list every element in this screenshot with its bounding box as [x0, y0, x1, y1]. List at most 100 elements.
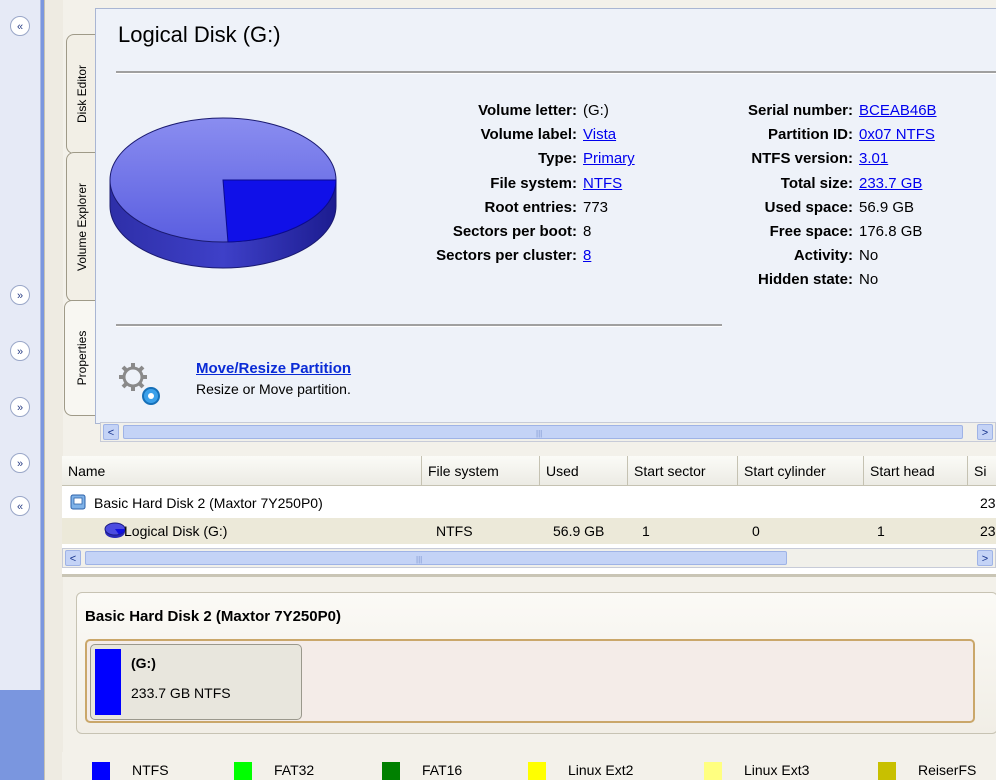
property-row: Free space: 176.8 GB: [690, 223, 990, 245]
table-row-volume-used: 56.9 GB: [553, 523, 605, 539]
collapse-up-icon[interactable]: «: [10, 496, 30, 516]
property-value-link[interactable]: 233.7 GB: [859, 175, 922, 192]
property-value-link[interactable]: BCEAB46B: [859, 102, 937, 119]
property-row: Total size: 233.7 GB: [690, 175, 990, 197]
property-row: File system: NTFS: [380, 175, 670, 197]
partition-info: 233.7 GB NTFS: [131, 685, 231, 701]
property-label: Type:: [538, 150, 577, 168]
legend-label: NTFS: [132, 762, 169, 778]
scrollbar-thumb[interactable]: |||: [85, 551, 787, 565]
property-row: Root entries: 773: [380, 199, 670, 221]
table-row-volume-size: 23: [980, 523, 996, 539]
property-row: Used space: 56.9 GB: [690, 199, 990, 221]
property-value: 56.9 GB: [859, 198, 915, 216]
property-label: Activity:: [793, 247, 853, 265]
table-row-disk-size: 23: [980, 495, 996, 511]
legend-swatch: [92, 762, 110, 780]
property-row: Type: Primary: [380, 150, 670, 172]
property-value-link[interactable]: 3.01: [859, 150, 888, 167]
expand-down-icon[interactable]: »: [10, 285, 30, 305]
disk-usage-pie-icon: [109, 117, 337, 269]
legend-swatch: [704, 762, 722, 780]
table-row-volume-start-sector: 1: [642, 523, 650, 539]
scroll-right-icon[interactable]: >: [977, 424, 993, 440]
move-resize-description: Resize or Move partition.: [196, 381, 351, 397]
pane-splitter[interactable]: [62, 574, 996, 577]
table-row-volume-name[interactable]: Logical Disk (G:): [124, 523, 227, 539]
col-start-head[interactable]: Start head: [864, 456, 968, 486]
disk-map-title: Basic Hard Disk 2 (Maxtor 7Y250P0): [85, 608, 341, 625]
table-row-volume-start-cylinder: 0: [752, 523, 760, 539]
legend-label: Linux Ext3: [744, 762, 810, 778]
partition-letter: (G:): [131, 655, 156, 671]
property-value-link[interactable]: 8: [583, 247, 591, 264]
property-value-link[interactable]: 0x07 NTFS: [859, 126, 935, 143]
property-label: File system:: [490, 174, 577, 192]
vertical-tabs: Disk Editor Volume Explorer Properties: [62, 34, 98, 420]
legend-label: FAT16: [422, 762, 463, 778]
legend-label: Linux Ext2: [568, 762, 634, 778]
legend-swatch: [878, 762, 896, 780]
tab-volume-explorer[interactable]: Volume Explorer: [66, 152, 97, 302]
property-row: Serial number: BCEAB46B: [690, 102, 990, 124]
expand-down-icon[interactable]: »: [10, 453, 30, 473]
property-row: Hidden state: No: [690, 271, 990, 293]
col-used[interactable]: Used: [540, 456, 628, 486]
table-hscrollbar[interactable]: < ||| >: [62, 548, 996, 568]
expand-down-icon[interactable]: »: [10, 341, 30, 361]
partition-color-swatch: [95, 649, 121, 715]
legend-label: ReiserFS: [918, 762, 977, 778]
col-start-cylinder[interactable]: Start cylinder: [738, 456, 864, 486]
property-label: Volume letter:: [478, 102, 577, 119]
property-row: Activity: No: [690, 247, 990, 269]
title-divider: [116, 71, 996, 74]
property-value: 8: [583, 223, 592, 240]
property-label: Total size:: [780, 174, 853, 192]
table-row-volume-start-head: 1: [877, 523, 885, 539]
move-resize-partition-link[interactable]: Move/Resize Partition: [196, 360, 351, 377]
property-label: Sectors per cluster:: [436, 247, 577, 265]
scroll-left-icon[interactable]: <: [65, 550, 81, 566]
col-file-system[interactable]: File system: [422, 456, 540, 486]
property-label: Root entries:: [484, 198, 577, 216]
collapse-up-icon[interactable]: «: [10, 16, 30, 36]
property-value: No: [859, 271, 879, 289]
hard-disk-icon: [70, 494, 86, 510]
property-label: Used space:: [764, 198, 853, 216]
splitter[interactable]: [44, 0, 63, 780]
property-label: Partition ID:: [768, 126, 853, 144]
property-value-link[interactable]: NTFS: [583, 175, 622, 192]
volume-icon: [104, 522, 126, 538]
property-row: Partition ID: 0x07 NTFS: [690, 126, 990, 148]
property-row: NTFS version: 3.01: [690, 150, 990, 172]
property-label: Free space:: [769, 223, 853, 240]
scroll-left-icon[interactable]: <: [103, 424, 119, 440]
property-label: Serial number:: [747, 102, 853, 119]
property-row: Volume letter: (G:): [380, 102, 670, 124]
property-value: 773: [583, 198, 609, 216]
property-value: (G:): [583, 102, 609, 119]
page-title: Logical Disk (G:): [118, 22, 281, 47]
scrollbar-thumb[interactable]: |||: [123, 425, 963, 439]
col-start-sector[interactable]: Start sector: [628, 456, 738, 486]
property-value: 176.8 GB: [859, 223, 923, 240]
properties-hscrollbar[interactable]: < ||| >: [100, 422, 996, 442]
property-value-link[interactable]: Vista: [583, 126, 616, 143]
table-row-volume-fs: NTFS: [436, 523, 473, 539]
legend-swatch: [528, 762, 546, 780]
property-label: NTFS version:: [751, 150, 853, 168]
property-value-link[interactable]: Primary: [583, 150, 635, 167]
action-divider: [116, 324, 722, 327]
tab-disk-editor[interactable]: Disk Editor: [66, 34, 97, 154]
col-size[interactable]: Si: [968, 456, 996, 486]
property-row: Volume label: Vista: [380, 126, 670, 148]
property-row: Sectors per boot: 8: [380, 223, 670, 245]
property-label: Volume label:: [480, 126, 577, 144]
expand-down-icon[interactable]: »: [10, 397, 30, 417]
tab-properties[interactable]: Properties: [64, 300, 98, 416]
col-name[interactable]: Name: [62, 456, 422, 486]
partition-block[interactable]: [90, 644, 302, 720]
property-row: Sectors per cluster: 8: [380, 247, 670, 269]
table-row-disk-name[interactable]: Basic Hard Disk 2 (Maxtor 7Y250P0): [94, 495, 323, 511]
scroll-right-icon[interactable]: >: [977, 550, 993, 566]
